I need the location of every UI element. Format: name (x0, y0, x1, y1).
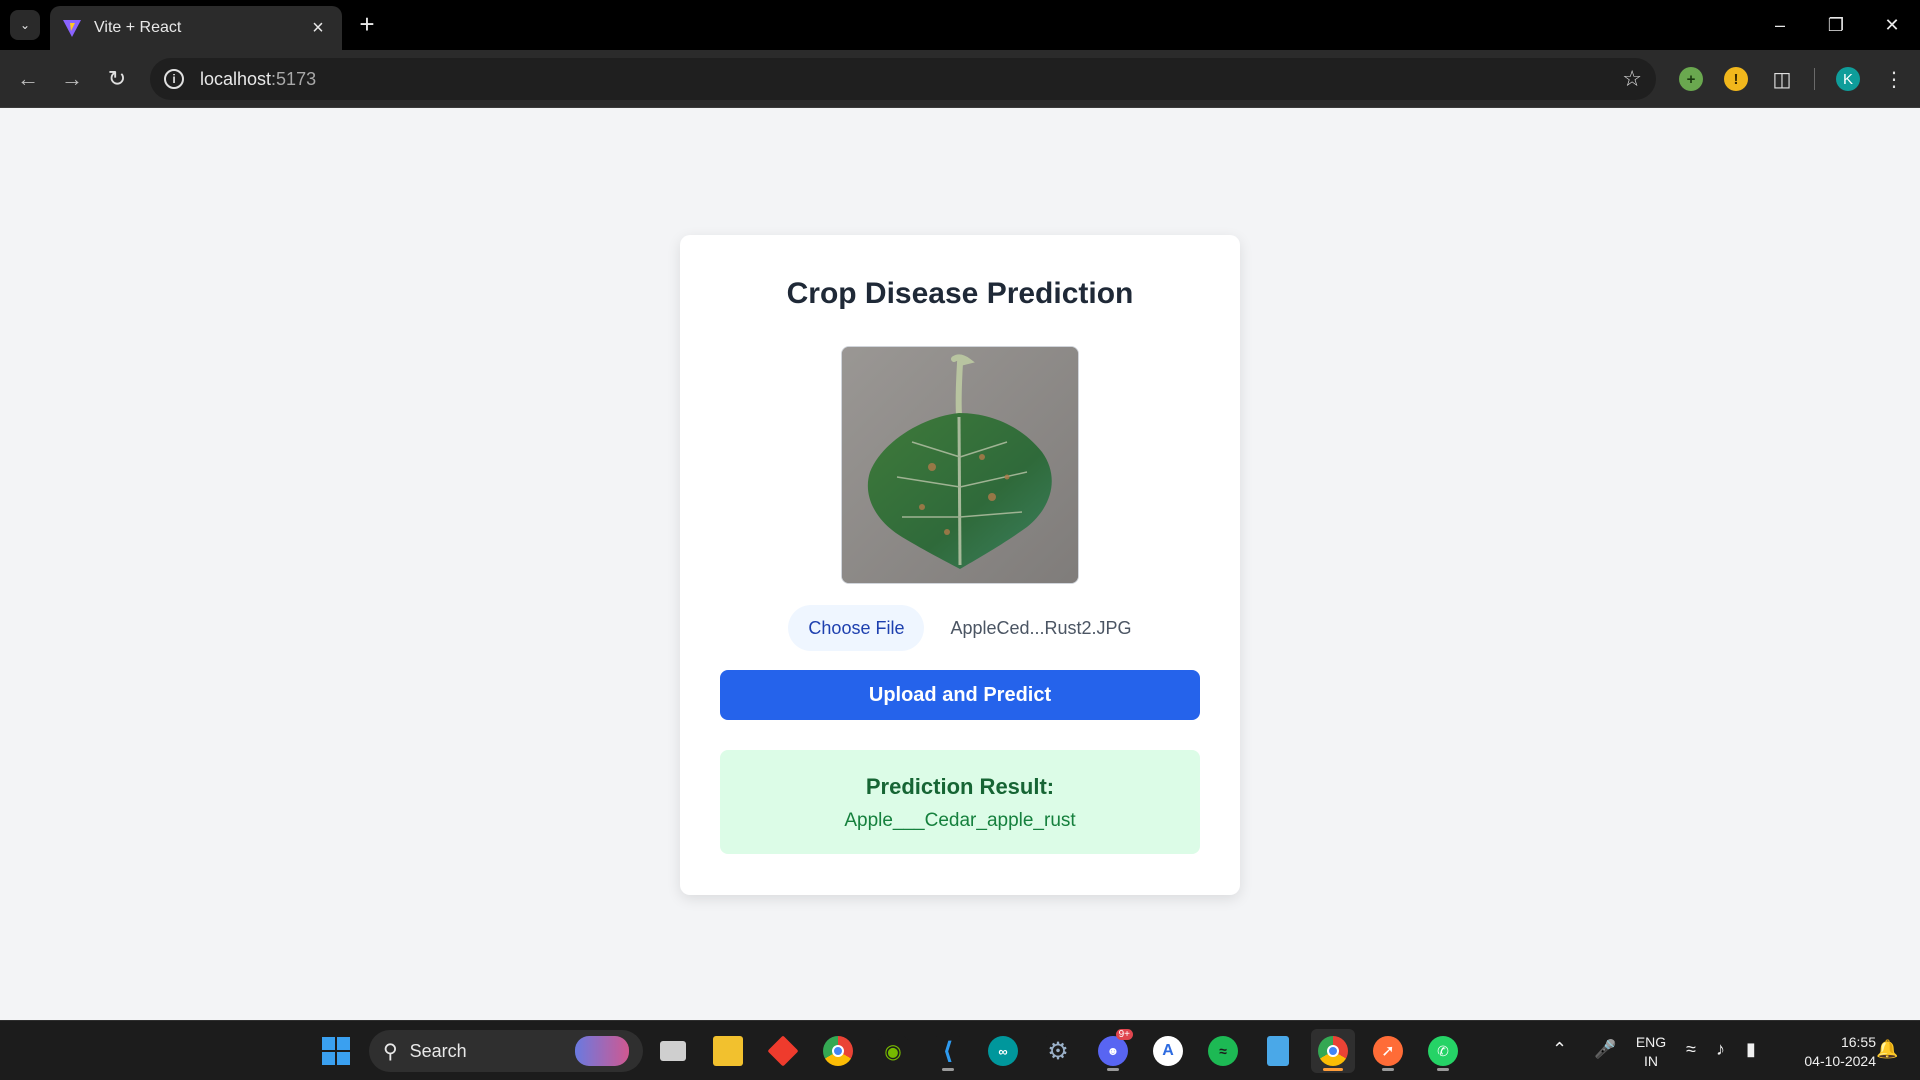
search-icon: ⚲ (383, 1040, 398, 1063)
file-explorer-icon[interactable] (706, 1029, 750, 1073)
url-text[interactable]: localhost:5173 (200, 69, 1622, 90)
prediction-result-box: Prediction Result: Apple___Cedar_apple_r… (720, 750, 1200, 854)
tab-title: Vite + React (94, 19, 182, 36)
browser-tab[interactable]: Vite + React × (50, 6, 342, 50)
forward-icon[interactable]: → (56, 63, 88, 95)
settings-icon[interactable]: ⚙ (1036, 1029, 1080, 1073)
language-indicator[interactable]: ENG IN (1628, 1033, 1674, 1071)
chrome-icon[interactable] (816, 1029, 860, 1073)
vite-favicon-icon (63, 20, 81, 37)
browser-tabstrip: ⌄ Vite + React × + – ❐ ✕ (0, 0, 1920, 50)
clock-time: 16:55 (1840, 1034, 1876, 1050)
new-tab-icon[interactable]: + (352, 10, 382, 40)
toolbar-divider (1814, 68, 1815, 90)
extension-plus-icon[interactable]: + (1679, 67, 1703, 91)
windows-taskbar: ⚲ Search ◉ ⟨ ∞ ⚙ ☻ 9+ A ≈ ➚ ✆ ⌃ 🎤 ENG IN … (0, 1020, 1920, 1080)
volume-icon[interactable]: ♪ (1716, 1039, 1725, 1060)
app-running-indicator (1382, 1068, 1394, 1071)
app-running-indicator (1107, 1068, 1119, 1071)
discord-badge: 9+ (1115, 1029, 1133, 1040)
address-bar[interactable]: i localhost:5173 ☆ (150, 58, 1656, 100)
search-highlight-icon (575, 1036, 629, 1066)
window-controls: – ❐ ✕ (1752, 0, 1920, 50)
more-menu-icon[interactable]: ⋮ (1878, 63, 1910, 95)
browser-toolbar: ← → ↻ i localhost:5173 ☆ + ! ◫ K ⋮ (0, 50, 1920, 108)
postman-icon[interactable]: ➚ (1366, 1029, 1410, 1073)
url-port: :5173 (271, 68, 317, 89)
tray-overflow-chevron-icon[interactable]: ⌃ (1552, 1039, 1567, 1060)
app-active-indicator (1323, 1068, 1343, 1071)
microphone-icon[interactable]: 🎤 (1594, 1039, 1616, 1060)
chrome-active-icon[interactable] (1311, 1029, 1355, 1073)
choose-file-button[interactable]: Choose File (788, 605, 925, 651)
notepad-icon[interactable] (1256, 1029, 1300, 1073)
clock[interactable]: 16:55 04-10-2024 (1780, 1033, 1876, 1071)
task-view-icon[interactable] (651, 1029, 695, 1073)
tab-search-chevron-icon[interactable]: ⌄ (10, 10, 40, 40)
leaf-image (842, 347, 1078, 583)
language-line1: ENG (1635, 1034, 1667, 1050)
app-running-indicator (942, 1068, 954, 1071)
vscode-icon[interactable]: ⟨ (926, 1029, 970, 1073)
arduino-icon[interactable]: ∞ (981, 1029, 1025, 1073)
reload-icon[interactable]: ↻ (101, 63, 133, 95)
minimize-icon[interactable]: – (1752, 0, 1808, 50)
anydesk-icon[interactable] (761, 1029, 805, 1073)
search-label: Search (409, 1040, 467, 1061)
extension-info-icon[interactable]: ! (1724, 67, 1748, 91)
wifi-icon[interactable]: ≈ (1686, 1039, 1696, 1060)
app-running-indicator (1437, 1068, 1449, 1071)
tab-close-icon[interactable]: × (306, 17, 330, 40)
start-icon[interactable] (314, 1029, 358, 1073)
app-store-icon[interactable]: A (1146, 1029, 1190, 1073)
close-window-icon[interactable]: ✕ (1864, 0, 1920, 50)
language-line2: IN (1644, 1053, 1658, 1069)
site-info-icon[interactable]: i (164, 69, 184, 89)
upload-predict-button[interactable]: Upload and Predict (720, 670, 1200, 720)
taskbar-search[interactable]: ⚲ Search (369, 1030, 643, 1072)
battery-icon[interactable]: ▮ (1746, 1039, 1756, 1060)
extensions-puzzle-icon[interactable]: ◫ (1766, 63, 1798, 95)
back-icon[interactable]: ← (12, 63, 44, 95)
discord-icon[interactable]: ☻ 9+ (1091, 1029, 1135, 1073)
page-title: Crop Disease Prediction (786, 277, 1134, 310)
clock-date: 04-10-2024 (1804, 1053, 1876, 1069)
whatsapp-icon[interactable]: ✆ (1421, 1029, 1465, 1073)
nvidia-icon[interactable]: ◉ (871, 1029, 915, 1073)
result-value: Apple___Cedar_apple_rust (844, 810, 1076, 831)
restore-icon[interactable]: ❐ (1808, 0, 1864, 50)
selected-file-name: AppleCed...Rust2.JPG (950, 617, 1132, 638)
prediction-card: Crop Disease Prediction Choose File Appl… (680, 235, 1240, 895)
profile-avatar[interactable]: K (1836, 67, 1860, 91)
leaf-image-preview (841, 346, 1079, 584)
notification-bell-icon[interactable]: 🔔 (1876, 1039, 1898, 1060)
bookmark-star-icon[interactable]: ☆ (1622, 66, 1642, 92)
file-input-row: Choose File AppleCed...Rust2.JPG (680, 605, 1240, 651)
url-host: localhost (200, 68, 272, 89)
result-title: Prediction Result: (865, 774, 1055, 799)
spotify-icon[interactable]: ≈ (1201, 1029, 1245, 1073)
